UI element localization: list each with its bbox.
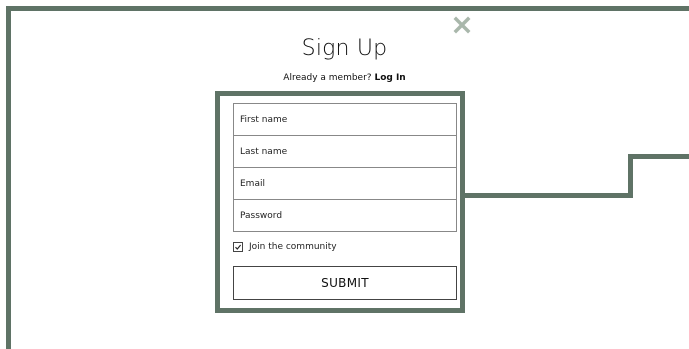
close-icon [453, 16, 471, 34]
signup-form: Join the community SUBMIT [215, 91, 465, 313]
first-name-input[interactable] [233, 103, 457, 136]
page-title: Sign Up [301, 36, 388, 61]
frame-line-connector [465, 193, 633, 198]
join-community-checkbox[interactable] [233, 242, 243, 252]
member-prompt-line: Already a member? Log In [0, 73, 689, 83]
password-input[interactable] [233, 199, 457, 232]
checkmark-icon [235, 244, 242, 250]
join-community-row: Join the community [233, 240, 337, 254]
login-link[interactable]: Log In [374, 73, 405, 83]
member-prompt-text: Already a member? [283, 73, 372, 83]
join-community-label: Join the community [249, 242, 337, 252]
email-input[interactable] [233, 167, 457, 200]
close-button[interactable] [453, 16, 471, 34]
last-name-input[interactable] [233, 135, 457, 168]
signup-page: Sign Up Already a member? Log In Join th… [0, 0, 689, 349]
frame-line-step [628, 154, 633, 198]
frame-line-right [628, 154, 689, 159]
frame-line-top [6, 6, 689, 11]
submit-button[interactable]: SUBMIT [233, 266, 457, 300]
